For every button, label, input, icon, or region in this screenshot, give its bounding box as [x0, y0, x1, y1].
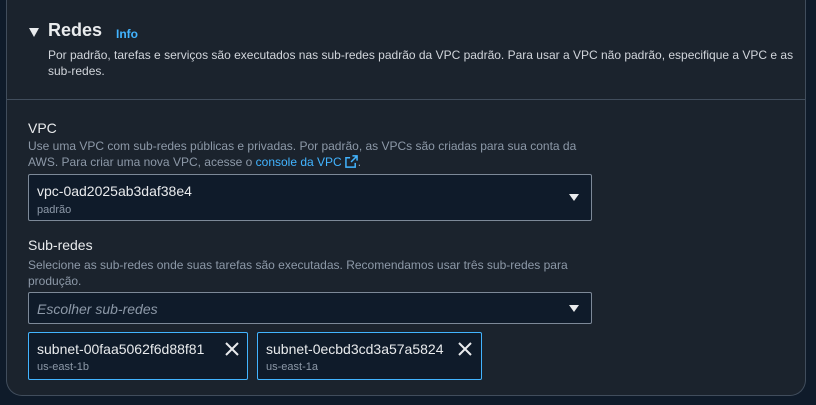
dropdown-arrow-icon[interactable]: [569, 305, 579, 312]
vpc-description-suffix: .: [357, 155, 362, 169]
external-link-icon[interactable]: [344, 155, 358, 168]
section-title[interactable]: Redes: [48, 20, 102, 41]
subnet-token-name: subnet-00faa5062f6d88f81: [37, 341, 205, 357]
section-header: Redes Info Por padrão, tarefas e serviço…: [7, 0, 805, 100]
subnet-token-name: subnet-0ecbd3cd3a57a5824: [266, 341, 444, 357]
vpc-selected-value: vpc-0ad2025ab3daf38e4: [37, 183, 192, 199]
subnets-label: Sub-redes: [28, 237, 93, 253]
subnets-select[interactable]: Escolher sub-redes: [28, 292, 592, 324]
subnets-description: Selecione as sub-redes onde suas tarefas…: [28, 258, 568, 288]
vpc-selected-sublabel: padrão: [37, 204, 72, 216]
close-icon[interactable]: [224, 341, 240, 357]
vpc-select[interactable]: vpc-0ad2025ab3daf38e4 padrão: [28, 174, 592, 221]
caret-down-icon[interactable]: [29, 28, 39, 37]
vpc-description: Use uma VPC com sub-redes públicas e pri…: [28, 138, 588, 170]
vpc-label: VPC: [28, 120, 57, 136]
info-link[interactable]: Info: [116, 27, 138, 41]
subnet-token: subnet-0ecbd3cd3a57a5824 us-east-1a: [257, 332, 482, 380]
section-description: Por padrão, tarefas e serviços são execu…: [48, 48, 794, 78]
subnets-placeholder: Escolher sub-redes: [37, 301, 158, 317]
dropdown-arrow-icon[interactable]: [569, 194, 579, 201]
vpc-console-link-text[interactable]: console da VPC: [256, 155, 342, 169]
subnet-token: subnet-00faa5062f6d88f81 us-east-1b: [28, 332, 248, 380]
networking-panel: Redes Info Por padrão, tarefas e serviço…: [6, 0, 806, 396]
close-icon[interactable]: [457, 341, 473, 357]
vpc-console-link[interactable]: console da VPC: [256, 155, 358, 169]
subnet-token-zone: us-east-1a: [266, 361, 318, 373]
subnet-token-zone: us-east-1b: [37, 361, 89, 373]
